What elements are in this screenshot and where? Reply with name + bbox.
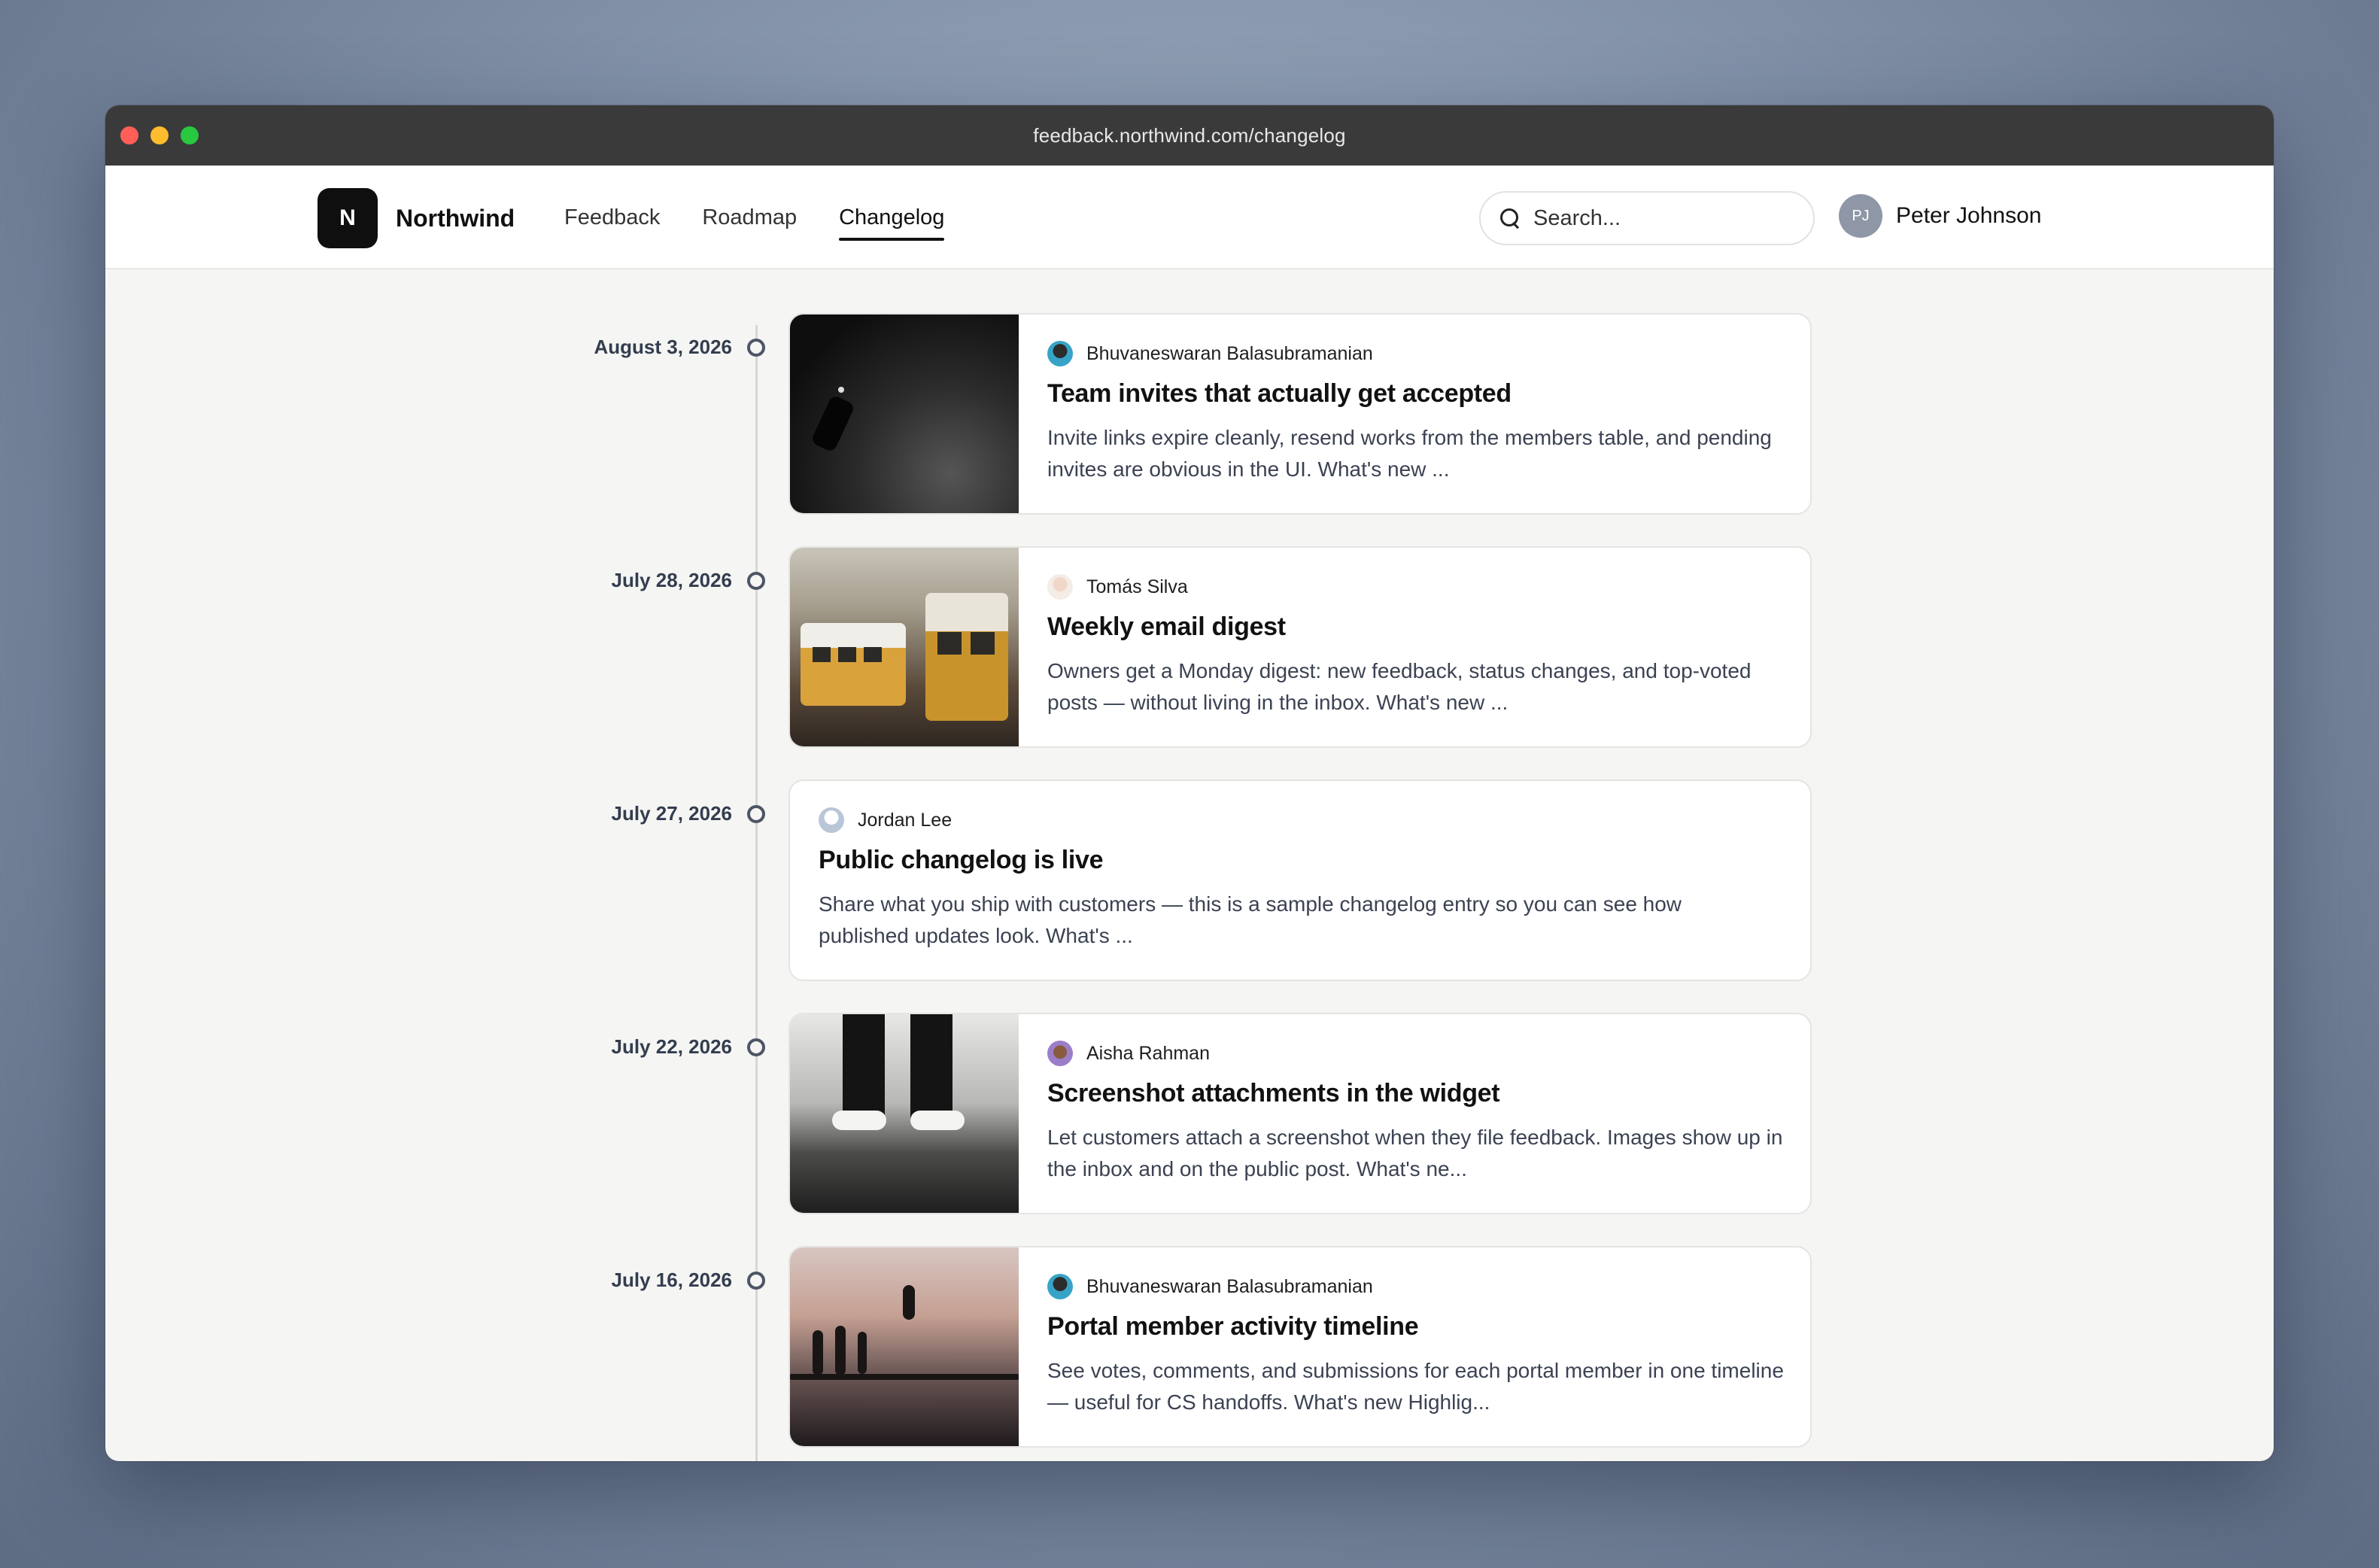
brand[interactable]: N Northwind <box>318 188 515 248</box>
changelog-card[interactable]: Bhuvaneswaran Balasubramanian Team invit… <box>788 313 1812 515</box>
entry-title[interactable]: Weekly email digest <box>1047 612 1785 642</box>
entry-title[interactable]: Public changelog is live <box>819 846 1782 875</box>
entry-excerpt: Share what you ship with customers — thi… <box>819 892 1682 947</box>
entry-date: July 28, 2026 <box>611 569 732 591</box>
author-avatar <box>1047 341 1073 366</box>
nav-changelog[interactable]: Changelog <box>839 199 945 241</box>
search-placeholder: Search... <box>1533 205 1621 230</box>
timeline-marker <box>747 1038 765 1056</box>
entry-author: Jordan Lee <box>858 809 953 831</box>
brand-logo: N <box>318 188 378 248</box>
avatar: PJ <box>1839 194 1882 238</box>
entry-author: Tomás Silva <box>1086 576 1188 597</box>
entry-date: August 3, 2026 <box>594 336 732 358</box>
changelog-card[interactable]: Bhuvaneswaran Balasubramanian Portal mem… <box>788 1246 1812 1448</box>
top-navigation: N Northwind Feedback Roadmap Changelog S… <box>105 166 2274 269</box>
user-name: Peter Johnson <box>1896 203 2042 228</box>
brand-name: Northwind <box>396 204 515 232</box>
entry-excerpt: Owners get a Monday digest: new feedback… <box>1047 659 1752 714</box>
browser-window: feedback.northwind.com/changelog N North… <box>105 105 2274 1461</box>
search-input[interactable]: Search... <box>1479 191 1815 245</box>
author-avatar <box>1047 1274 1073 1299</box>
author-avatar <box>1047 1041 1073 1066</box>
maximize-window-button[interactable] <box>181 126 199 144</box>
entry-author: Bhuvaneswaran Balasubramanian <box>1086 342 1373 364</box>
timeline-line <box>755 325 758 1461</box>
nav-feedback[interactable]: Feedback <box>564 199 660 236</box>
nav-roadmap[interactable]: Roadmap <box>702 199 797 236</box>
minimize-window-button[interactable] <box>150 126 169 144</box>
entry-author: Aisha Rahman <box>1086 1042 1210 1064</box>
window-controls <box>120 126 199 144</box>
changelog-timeline: August 3, 2026 Bhuvaneswaran Balasubrama… <box>105 269 2274 1461</box>
user-menu[interactable]: PJ Peter Johnson <box>1839 194 2041 238</box>
entry-image <box>790 315 1019 513</box>
entry-date: July 16, 2026 <box>611 1269 732 1291</box>
search-icon <box>1499 207 1521 229</box>
entry-excerpt: Invite links expire cleanly, resend work… <box>1047 426 1772 481</box>
browser-titlebar: feedback.northwind.com/changelog <box>105 105 2274 166</box>
entry-title[interactable]: Team invites that actually get accepted <box>1047 379 1785 409</box>
timeline-marker <box>747 339 765 357</box>
author-avatar <box>819 807 844 833</box>
timeline-marker <box>747 572 765 590</box>
nav-links: Feedback Roadmap Changelog <box>564 166 945 269</box>
entry-image <box>790 1014 1019 1213</box>
entry-excerpt: Let customers attach a screenshot when t… <box>1047 1126 1783 1181</box>
changelog-card[interactable]: Jordan Lee Public changelog is live Shar… <box>788 779 1812 981</box>
entry-date: July 22, 2026 <box>611 1035 732 1058</box>
entry-image <box>790 548 1019 746</box>
entry-date: July 27, 2026 <box>611 802 732 825</box>
changelog-card[interactable]: Aisha Rahman Screenshot attachments in t… <box>788 1013 1812 1214</box>
entry-excerpt: See votes, comments, and submissions for… <box>1047 1359 1784 1414</box>
address-bar-url[interactable]: feedback.northwind.com/changelog <box>1033 124 1345 147</box>
entry-title[interactable]: Screenshot attachments in the widget <box>1047 1079 1785 1108</box>
close-window-button[interactable] <box>120 126 138 144</box>
timeline-marker <box>747 805 765 823</box>
entry-image <box>790 1247 1019 1446</box>
entry-author: Bhuvaneswaran Balasubramanian <box>1086 1275 1373 1297</box>
timeline-marker <box>747 1272 765 1290</box>
entry-title[interactable]: Portal member activity timeline <box>1047 1312 1785 1342</box>
author-avatar <box>1047 574 1073 600</box>
changelog-card[interactable]: Tomás Silva Weekly email digest Owners g… <box>788 546 1812 748</box>
